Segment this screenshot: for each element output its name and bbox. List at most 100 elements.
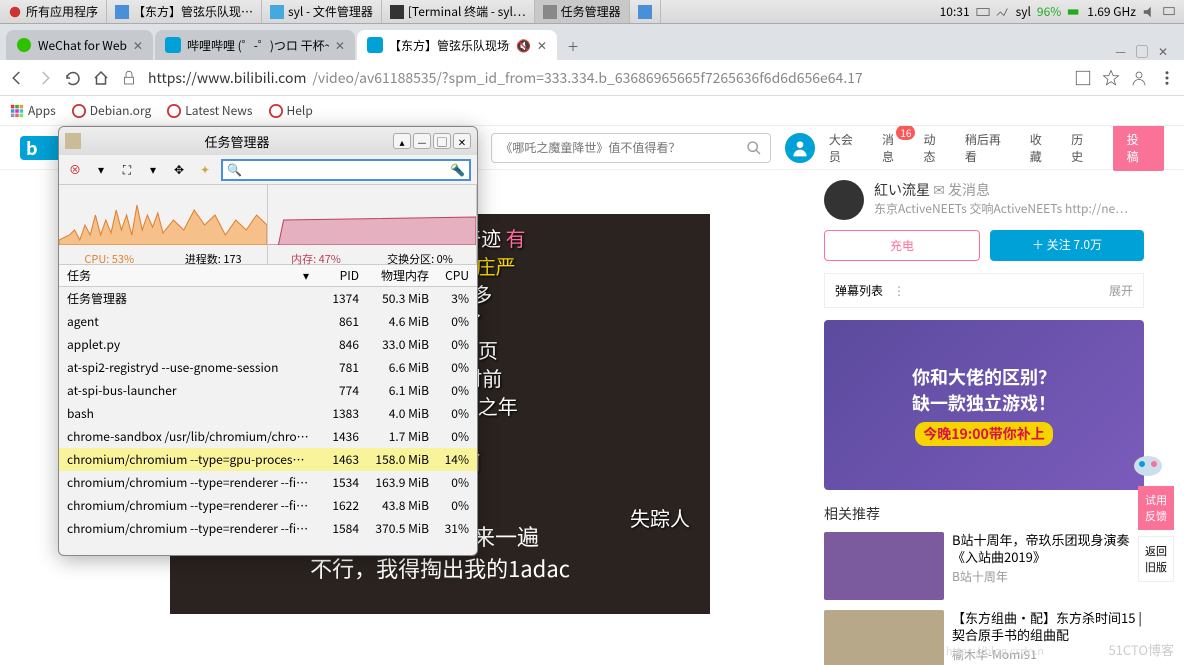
process-row[interactable]: chrome-sandbox /usr/lib/chromium/chromiu…	[59, 425, 477, 448]
star-icon[interactable]	[1102, 69, 1120, 87]
nav-item[interactable]: 收藏	[1030, 131, 1053, 165]
browser-tab[interactable]: 【东方】管弦乐队现场演奏 🔇 ✕	[357, 30, 557, 60]
tab-title: WeChat for Web	[38, 37, 127, 54]
logo-icon	[8, 5, 22, 19]
reload-icon[interactable]	[64, 69, 82, 87]
titlebar[interactable]: 任务管理器 ▴ — ▢ ✕	[59, 127, 477, 155]
old-version-button[interactable]: 返回旧版	[1138, 536, 1174, 582]
address-bar: https://www.bilibili.com/video/av6118853…	[0, 60, 1184, 96]
clear-icon[interactable]: 🔦	[450, 161, 465, 178]
uploader-info: 紅い流星 ✉ 发消息 东京ActiveNEETs 交响ActiveNEETs h…	[824, 180, 1144, 220]
danmu-list-header[interactable]: 弹幕列表 ⋮ 展开	[824, 273, 1144, 308]
user-label[interactable]: syl	[1016, 3, 1031, 20]
ad-banner[interactable]: 你和大佬的区别？ 缺一款独立游戏！ 今晚19:00带你补上	[824, 320, 1144, 490]
cpu-graph[interactable]: CPU: 53%进程数: 173	[59, 185, 268, 264]
search-box[interactable]	[491, 133, 771, 163]
minimize-icon[interactable]: —	[413, 133, 431, 149]
process-list[interactable]: 任务管理器137450.3 MiB3%agent8614.6 MiB0%appl…	[59, 287, 477, 555]
process-row[interactable]: agent8614.6 MiB0%	[59, 310, 477, 333]
charge-button[interactable]: 充电	[824, 230, 980, 261]
taskbar-item[interactable]	[630, 0, 661, 23]
taskbar-item[interactable]: 任务管理器	[535, 0, 630, 23]
close-icon[interactable]: ✕	[537, 37, 547, 54]
forward-icon[interactable]	[36, 69, 54, 87]
clock[interactable]: 10:31	[940, 3, 970, 20]
window-title: 任务管理器	[81, 132, 393, 151]
nav-item[interactable]: 稍后再看	[965, 131, 1012, 165]
apps-shortcut[interactable]: Apps	[10, 102, 56, 119]
process-row[interactable]: chromium/chromium --type=renderer --fiel…	[59, 494, 477, 517]
expand-button[interactable]: 展开	[1109, 282, 1133, 299]
close-window-icon[interactable]: ✕	[1158, 43, 1168, 60]
bookmark-item[interactable]: Help	[269, 102, 313, 119]
uploader-avatar[interactable]	[824, 180, 864, 220]
url-field[interactable]: https://www.bilibili.com/video/av6118853…	[148, 68, 1064, 88]
close-icon[interactable]: ✕	[133, 37, 143, 54]
nav-messages[interactable]: 消息16	[882, 131, 905, 165]
network-icon[interactable]	[996, 5, 1010, 19]
process-row[interactable]: 任务管理器137450.3 MiB3%	[59, 287, 477, 310]
process-row[interactable]: applet.py84633.0 MiB0%	[59, 333, 477, 356]
nav-item[interactable]: 大会员	[829, 131, 864, 165]
keyboard-icon[interactable]	[976, 5, 990, 19]
fullscreen-icon[interactable]: ⛶	[117, 160, 137, 180]
menu-icon[interactable]	[1158, 69, 1176, 87]
profile-icon[interactable]	[1130, 69, 1148, 87]
process-row[interactable]: chromium/chromium --type=gpu-process --f…	[59, 448, 477, 471]
chevron-down-icon[interactable]: ▾	[143, 160, 163, 180]
search-input[interactable]	[500, 139, 746, 156]
recommendation-item[interactable]: B站十周年，帝玖乐团现身演奏《入站曲2019》 B站十周年	[824, 532, 1144, 600]
process-row[interactable]: chromium/chromium --type=renderer --fiel…	[59, 517, 477, 540]
feedback-button[interactable]: 试用反馈	[1138, 486, 1174, 530]
bookmark-item[interactable]: Latest News	[167, 102, 252, 119]
process-row[interactable]: at-spi2-registryd --use-gnome-session781…	[59, 356, 477, 379]
tab-title: 【东方】管弦乐队现场演奏	[389, 37, 510, 54]
task-manager-window: 任务管理器 ▴ — ▢ ✕ ⊗ ▾ ⛶ ▾ ✥ ✦ 🔍 🔦 CPU: 53%进程…	[58, 126, 478, 556]
battery-icon	[1067, 5, 1081, 19]
process-row[interactable]: at-spi-bus-launcher7746.1 MiB0%	[59, 379, 477, 402]
process-row[interactable]: bash13834.0 MiB0%	[59, 402, 477, 425]
uploader-name[interactable]: 紅い流星	[874, 180, 930, 200]
close-icon[interactable]: ✕	[335, 37, 345, 54]
cpu-freq[interactable]: 1.69 GHz	[1087, 3, 1136, 20]
taskbar-item[interactable]: 【东方】管弦乐队现…	[107, 0, 262, 23]
translate-icon[interactable]	[1074, 69, 1092, 87]
tab-bar: WeChat for Web ✕ 哔哩哔哩 (゜-゜)つロ 干杯~-bi… ✕ …	[0, 24, 1184, 60]
mute-icon[interactable]: 🔇	[516, 37, 531, 54]
back-icon[interactable]	[8, 69, 26, 87]
maximize-icon[interactable]: ▢	[1136, 43, 1148, 60]
send-message[interactable]: 发消息	[948, 180, 990, 200]
bilibili-icon	[367, 37, 383, 53]
home-icon[interactable]	[92, 69, 110, 87]
nav-item[interactable]: 动态	[923, 131, 946, 165]
nav-item[interactable]: 历史	[1071, 131, 1094, 165]
maximize-icon[interactable]: ▢	[433, 133, 451, 149]
process-row[interactable]: chromium/chromium --type=renderer --fiel…	[59, 471, 477, 494]
minimize-icon[interactable]: —	[1115, 43, 1126, 60]
search-icon[interactable]	[746, 140, 762, 156]
mascot-icon[interactable]	[1130, 446, 1166, 476]
browser-tab[interactable]: WeChat for Web ✕	[6, 30, 153, 60]
bookmark-item[interactable]: Debian.org	[72, 102, 151, 119]
chevron-down-icon[interactable]: ▾	[91, 160, 111, 180]
taskbar-item[interactable]: [Terminal 终端 - syl…	[382, 0, 535, 23]
follow-button[interactable]: ＋ 关注 7.0万	[990, 230, 1144, 261]
display-icon[interactable]	[1162, 5, 1176, 19]
memory-graph[interactable]: 内存: 47%交换分区: 0%	[268, 185, 477, 264]
battery-pct[interactable]: 96%	[1037, 3, 1061, 20]
filter-input[interactable]: 🔍 🔦	[221, 159, 471, 181]
post-button[interactable]: 投稿	[1113, 126, 1164, 171]
taskbar-item[interactable]: syl - 文件管理器	[262, 0, 382, 23]
move-icon[interactable]: ✥	[169, 160, 189, 180]
bilibili-icon	[165, 37, 181, 53]
new-tab-button[interactable]: ＋	[559, 32, 587, 60]
more-icon[interactable]: ⋮	[893, 282, 905, 299]
rollup-icon[interactable]: ▴	[393, 133, 411, 149]
browser-tab[interactable]: 哔哩哔哩 (゜-゜)つロ 干杯~-bi… ✕	[155, 30, 355, 60]
user-avatar[interactable]	[785, 133, 815, 163]
kill-process-icon[interactable]: ⊗	[65, 160, 85, 180]
apps-menu[interactable]: 所有应用程序	[0, 0, 107, 23]
volume-icon[interactable]	[1142, 5, 1156, 19]
close-icon[interactable]: ✕	[453, 133, 471, 149]
sparkle-icon[interactable]: ✦	[195, 160, 215, 180]
